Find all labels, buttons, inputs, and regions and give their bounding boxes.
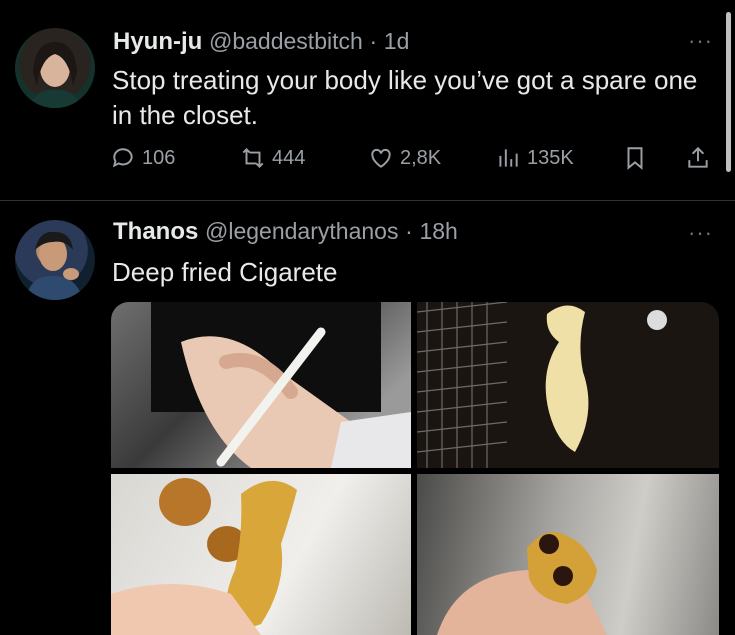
bookmark-icon [627,147,643,170]
views-icon [499,149,518,167]
tweet-text: Stop treating your body like you’ve got … [112,65,698,130]
tweet-header: Thanos @legendarythanos · 18h [113,218,458,246]
avatar[interactable] [15,220,95,300]
display-name[interactable]: Hyun-ju [113,28,202,55]
media-photo-1[interactable] [111,302,411,468]
views-count: 135K [527,146,574,169]
more-icon[interactable]: ··· [688,220,713,246]
tweet-header: Hyun-ju @baddestbitch · 1d [113,28,409,56]
timestamp[interactable]: 1d [384,28,410,54]
like-button[interactable]: 2,8K [368,145,441,171]
reply-button[interactable]: 106 [110,145,175,171]
reply-icon [112,148,133,168]
repost-icon [242,147,264,169]
views-button[interactable]: 135K [495,145,574,171]
bookmark-button[interactable] [622,145,648,171]
more-icon[interactable]: ··· [688,28,713,54]
media-photo-2[interactable] [416,302,719,468]
avatar-photo [25,231,83,300]
display-name[interactable]: Thanos [113,218,198,245]
media-grid [111,302,719,635]
reply-count: 106 [142,146,176,169]
repost-count: 444 [272,146,306,169]
media-photo-3[interactable] [111,474,411,635]
user-handle[interactable]: @baddestbitch [209,28,363,54]
like-count: 2,8K [400,146,442,169]
like-icon [371,148,391,168]
tweet-text: Deep fried Cigarete [112,257,338,287]
share-button[interactable] [685,145,711,171]
avatar-photo [29,42,81,108]
separator-dot: · [405,218,413,244]
media-photo-4[interactable] [417,474,719,635]
separator-dot: · [369,28,378,54]
action-bar: 106 444 2,8K 135K [110,145,725,175]
timestamp[interactable]: 18h [419,218,457,244]
tweet-hyunju[interactable]: Hyun-ju @baddestbitch · 1d ··· Stop trea… [0,0,735,201]
repost-button[interactable]: 444 [240,145,305,171]
share-icon [688,146,708,168]
user-handle[interactable]: @legendarythanos [205,218,398,244]
avatar[interactable] [15,28,95,108]
